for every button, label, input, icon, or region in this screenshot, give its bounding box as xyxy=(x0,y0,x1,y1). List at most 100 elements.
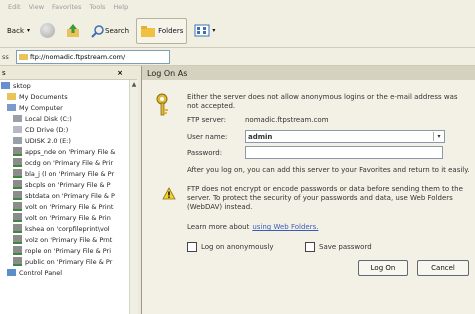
network-drive-icon xyxy=(13,191,22,200)
learn-more-prefix: Learn more about xyxy=(187,223,250,231)
cd-drive-icon xyxy=(13,126,22,133)
key-icon xyxy=(156,93,168,116)
tree-item[interactable]: apps_nde on 'Primary File & xyxy=(0,146,129,157)
tree-item-label: Control Panel xyxy=(19,268,63,277)
ftp-server-value: nomadic.ftpstream.com xyxy=(245,116,329,124)
tree-item-label: Local Disk (C:) xyxy=(25,114,72,123)
up-folder-button[interactable] xyxy=(62,19,84,43)
tree-item-label: sbtdata on 'Primary File & P xyxy=(25,191,115,200)
cancel-button[interactable]: Cancel xyxy=(417,260,469,276)
save-password-checkbox[interactable] xyxy=(305,242,315,252)
menu-tools[interactable]: Tools xyxy=(89,3,105,11)
password-field[interactable] xyxy=(245,146,443,159)
network-drive-icon xyxy=(13,180,22,189)
address-label: ss xyxy=(2,52,9,61)
tree-item[interactable]: UDISK 2.0 (E:) xyxy=(0,135,129,146)
tree-item-label: apps_nde on 'Primary File & xyxy=(25,147,116,156)
folders-pane-header: s × xyxy=(0,67,137,80)
address-input[interactable]: ftp://nomadic.ftpstream.com/ xyxy=(16,49,170,64)
network-drive-icon xyxy=(13,202,22,211)
tree-item-label: volz on 'Primary File & Prnt xyxy=(25,235,113,244)
drive-icon xyxy=(13,115,22,122)
tree-item[interactable]: My Documents xyxy=(0,91,129,102)
tree-item-label: UDISK 2.0 (E:) xyxy=(25,136,71,145)
anonymous-checkbox-row[interactable]: Log on anonymously xyxy=(187,242,274,252)
tree-item[interactable]: kshea on 'corpfileprint\vol xyxy=(0,223,129,234)
save-password-checkbox-row[interactable]: Save password xyxy=(305,242,372,252)
tree-item[interactable]: bla_j (l on 'Primary File & Pr xyxy=(0,168,129,179)
menu-edit[interactable]: Edit xyxy=(8,3,21,11)
user-name-value: admin xyxy=(248,132,273,141)
back-button[interactable]: Back ▾ xyxy=(4,19,33,43)
folders-pane-title: s xyxy=(2,69,6,77)
forward-arrow-icon xyxy=(40,23,56,38)
control-panel-icon xyxy=(7,269,16,276)
tree-item[interactable]: My Computer xyxy=(0,102,129,113)
tree-item[interactable]: ocdg on 'Primary File & Prir xyxy=(0,157,129,168)
tree-item[interactable]: sbcpls on 'Primary File & P xyxy=(0,179,129,190)
logon-button[interactable]: Log On xyxy=(358,260,408,276)
dialog-title: Log On As xyxy=(142,66,475,80)
up-folder-icon xyxy=(67,23,80,37)
tree-item[interactable]: Control Panel xyxy=(0,267,129,278)
intro-text: Either the server does not allow anonymo… xyxy=(187,93,458,110)
drive-icon xyxy=(13,137,22,144)
network-drive-icon xyxy=(13,158,22,167)
tree-item[interactable]: sbtdata on 'Primary File & P xyxy=(0,190,129,201)
tree-item[interactable]: public on 'Primary File & Pr xyxy=(0,256,129,267)
tree-item-label: volt on 'Primary File & Prin xyxy=(25,213,111,222)
chevron-down-icon: ▾ xyxy=(27,27,31,34)
address-bar: ss ftp://nomadic.ftpstream.com/ xyxy=(0,48,475,66)
forward-button[interactable] xyxy=(37,19,58,43)
tree-item[interactable]: volt on 'Primary File & Prin xyxy=(0,212,129,223)
address-value: ftp://nomadic.ftpstream.com/ xyxy=(30,52,126,61)
user-name-label: User name: xyxy=(187,132,228,141)
user-name-row: User name: admin ▾ xyxy=(187,130,445,143)
tree-item-label: ocdg on 'Primary File & Prir xyxy=(25,158,114,167)
tree-scrollbar[interactable]: ▲ xyxy=(129,80,138,314)
dropdown-chevron-icon[interactable]: ▾ xyxy=(433,132,444,141)
tree-item-label: CD Drive (D:) xyxy=(25,125,69,134)
views-button[interactable]: ▾ xyxy=(191,19,218,43)
tree-item[interactable]: Local Disk (C:) xyxy=(0,113,129,124)
toolbar: Back ▾ Search Folders ▾ xyxy=(0,14,475,48)
menu-view[interactable]: View xyxy=(29,3,44,11)
menu-help[interactable]: Help xyxy=(113,3,128,11)
scroll-up-icon[interactable]: ▲ xyxy=(130,81,138,89)
chevron-down-icon: ▾ xyxy=(212,27,216,34)
network-drive-icon xyxy=(13,224,22,233)
folders-icon xyxy=(141,25,156,37)
user-name-field[interactable]: admin ▾ xyxy=(245,130,445,143)
anonymous-label: Log on anonymously xyxy=(201,243,274,251)
tree-item[interactable]: sktop xyxy=(0,80,129,91)
network-drive-icon xyxy=(13,213,22,222)
anonymous-checkbox[interactable] xyxy=(187,242,197,252)
tree-item[interactable]: CD Drive (D:) xyxy=(0,124,129,135)
password-row: Password: xyxy=(187,146,443,159)
network-drive-icon xyxy=(13,235,22,244)
tree-item[interactable]: rople on 'Primary File & Pri xyxy=(0,245,129,256)
tree-item-label: volt on 'Primary File & Print xyxy=(25,202,114,211)
network-drive-icon xyxy=(13,257,22,266)
search-label: Search xyxy=(105,26,130,35)
search-button[interactable]: Search xyxy=(88,19,132,43)
tree-item-label: rople on 'Primary File & Pri xyxy=(25,246,111,255)
warning-icon xyxy=(162,187,176,200)
tree-item[interactable]: volt on 'Primary File & Print xyxy=(0,201,129,212)
warning-text: FTP does not encrypt or encode passwords… xyxy=(187,185,463,211)
folder-tree: sktop My Documents My Computer Local Disk (… xyxy=(0,80,129,314)
web-folders-link[interactable]: using Web Folders. xyxy=(252,223,318,231)
folders-label: Folders xyxy=(158,26,184,35)
password-label: Password: xyxy=(187,148,223,157)
ftp-folder-icon xyxy=(19,54,28,60)
tree-item[interactable]: volz on 'Primary File & Prnt xyxy=(0,234,129,245)
tree-item-label: sbcpls on 'Primary File & P xyxy=(25,180,111,189)
views-icon xyxy=(194,24,210,37)
tree-item-label: kshea on 'corpfileprint\vol xyxy=(25,224,110,233)
folders-button[interactable]: Folders xyxy=(136,17,188,44)
tree-item-label: bla_j (l on 'Primary File & Pr xyxy=(25,169,115,178)
ftp-server-label: FTP server: xyxy=(187,116,227,124)
menu-favorites[interactable]: Favorites xyxy=(52,3,81,11)
folder-icon xyxy=(7,93,16,100)
close-icon[interactable]: × xyxy=(117,69,137,77)
